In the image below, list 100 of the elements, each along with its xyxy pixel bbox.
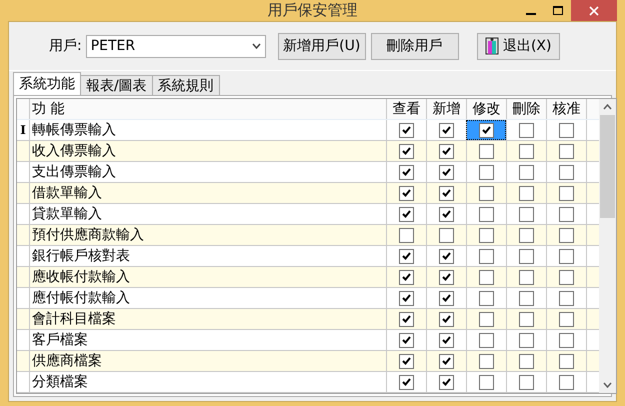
- checkbox[interactable]: [519, 122, 534, 138]
- checkbox[interactable]: [439, 186, 454, 200]
- checkbox[interactable]: [559, 332, 574, 348]
- check-icon: [442, 294, 451, 302]
- window-title: 用戶保安管理: [266, 1, 358, 20]
- checkbox[interactable]: [519, 290, 534, 306]
- checkbox[interactable]: [479, 248, 494, 264]
- checkbox[interactable]: [399, 332, 414, 348]
- row-marker: I: [20, 123, 26, 137]
- checkbox[interactable]: [439, 312, 454, 326]
- scroll-down-icon[interactable]: [603, 382, 612, 388]
- checkbox[interactable]: [439, 144, 454, 158]
- checkbox[interactable]: [479, 270, 494, 284]
- checkbox[interactable]: [519, 374, 534, 390]
- check-icon: [442, 315, 451, 323]
- checkbox[interactable]: [399, 312, 414, 326]
- checkbox[interactable]: [479, 164, 494, 180]
- checkbox[interactable]: [519, 206, 534, 222]
- checkbox[interactable]: [479, 312, 494, 326]
- checkbox[interactable]: [399, 186, 414, 200]
- checkbox[interactable]: [399, 248, 414, 264]
- checkbox[interactable]: [399, 354, 414, 368]
- checkbox[interactable]: [559, 354, 574, 368]
- checkbox[interactable]: [439, 374, 454, 390]
- checkbox[interactable]: [559, 248, 574, 264]
- checkbox[interactable]: [559, 144, 574, 158]
- minimize-icon: [526, 13, 536, 15]
- checkbox[interactable]: [559, 206, 574, 222]
- checkbox[interactable]: [519, 186, 534, 200]
- checkbox[interactable]: [479, 122, 494, 138]
- checkbox[interactable]: [519, 248, 534, 264]
- tab[interactable]: 系統規則: [152, 75, 220, 95]
- checkbox[interactable]: [439, 248, 454, 264]
- checkbox[interactable]: [519, 354, 534, 368]
- checkbox[interactable]: [479, 290, 494, 306]
- toolbar-button[interactable]: 刪除用戶: [370, 32, 459, 60]
- checkbox[interactable]: [479, 374, 494, 390]
- checkbox[interactable]: [479, 354, 494, 368]
- checkbox[interactable]: [439, 206, 454, 222]
- checkbox[interactable]: [399, 144, 414, 158]
- scrollbar-thumb[interactable]: [600, 115, 615, 218]
- function-cell-text: 客戶檔案: [31, 331, 89, 350]
- checkbox[interactable]: [559, 122, 574, 138]
- checkbox[interactable]: [559, 312, 574, 326]
- checkbox[interactable]: [399, 206, 414, 222]
- function-cell-text: 分類檔案: [31, 373, 89, 392]
- checkbox[interactable]: [519, 332, 534, 348]
- checkbox[interactable]: [399, 164, 414, 180]
- column-header[interactable]: 修改: [466, 99, 506, 119]
- tab[interactable]: 報表/圖表: [80, 75, 153, 95]
- checkbox[interactable]: [399, 270, 414, 284]
- checkbox[interactable]: [439, 270, 454, 284]
- checkbox[interactable]: [559, 228, 574, 242]
- checkbox[interactable]: [519, 164, 534, 180]
- checkbox[interactable]: [479, 186, 494, 200]
- column-header[interactable]: 刪除: [506, 99, 546, 119]
- function-cell-text: 會計科目檔案: [31, 310, 117, 329]
- checkbox[interactable]: [559, 374, 574, 390]
- checkbox[interactable]: [559, 186, 574, 200]
- checkbox[interactable]: [559, 270, 574, 284]
- checkbox[interactable]: [519, 270, 534, 284]
- check-icon: [402, 294, 411, 302]
- checkbox[interactable]: [559, 290, 574, 306]
- exit-button[interactable]: 退出(X): [476, 32, 560, 60]
- function-cell-text: 收入傳票輸入: [31, 142, 117, 161]
- checkbox[interactable]: [439, 290, 454, 306]
- column-header[interactable]: 查看: [386, 99, 426, 119]
- checkbox[interactable]: [399, 122, 414, 138]
- checkbox[interactable]: [399, 228, 414, 242]
- check-icon: [402, 315, 411, 323]
- checkbox[interactable]: [479, 144, 494, 158]
- check-icon: [402, 357, 411, 365]
- column-header[interactable]: 功 能: [30, 99, 386, 119]
- check-icon: [402, 126, 411, 134]
- user-dropdown[interactable]: PETER: [86, 34, 266, 58]
- checkbox[interactable]: [439, 228, 454, 242]
- function-cell-text: 借款單輸入: [31, 184, 103, 203]
- check-icon: [442, 357, 451, 365]
- checkbox[interactable]: [559, 164, 574, 180]
- checkbox[interactable]: [519, 228, 534, 242]
- checkbox[interactable]: [399, 290, 414, 306]
- column-header[interactable]: 核准: [546, 99, 586, 119]
- scroll-up-icon[interactable]: [603, 104, 612, 110]
- checkbox[interactable]: [439, 354, 454, 368]
- close-button[interactable]: [571, 0, 617, 21]
- checkbox[interactable]: [439, 122, 454, 138]
- toolbar-button[interactable]: 新增用戶(U): [278, 32, 366, 60]
- checkbox[interactable]: [479, 206, 494, 222]
- checkbox[interactable]: [519, 144, 534, 158]
- scrollbar[interactable]: [599, 99, 616, 393]
- checkbox[interactable]: [439, 164, 454, 180]
- checkbox[interactable]: [439, 332, 454, 348]
- checkbox[interactable]: [479, 332, 494, 348]
- check-icon: [442, 252, 451, 260]
- checkbox[interactable]: [399, 374, 414, 390]
- checkbox[interactable]: [519, 312, 534, 326]
- checkbox[interactable]: [479, 228, 494, 242]
- tab[interactable]: 系統功能: [13, 72, 81, 95]
- check-icon: [442, 378, 451, 386]
- column-header[interactable]: 新增: [426, 99, 466, 119]
